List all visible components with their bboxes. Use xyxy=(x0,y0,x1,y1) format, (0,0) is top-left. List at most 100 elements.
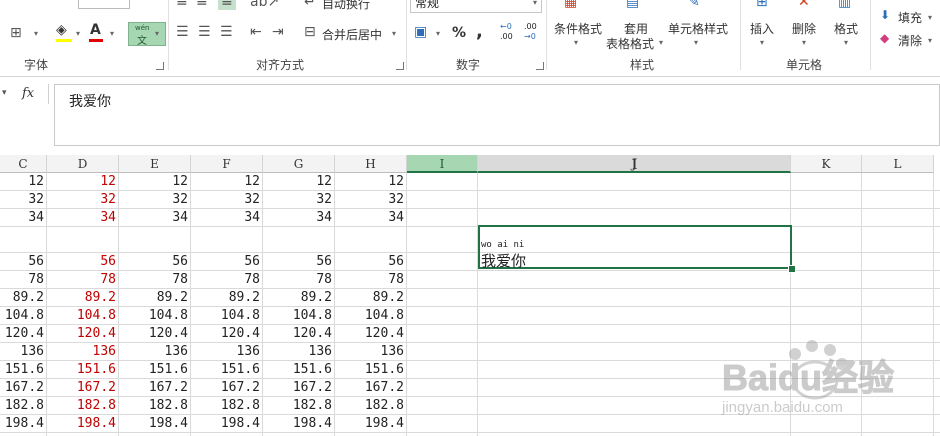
column-header-h[interactable]: H xyxy=(335,155,407,173)
borders-icon[interactable]: ⊞ xyxy=(10,25,22,41)
format-as-table-icon[interactable]: ▤ xyxy=(626,0,639,10)
cell-d-row8[interactable]: 104.8 xyxy=(47,307,119,325)
cell-c-row13[interactable]: 182.8 xyxy=(0,397,47,415)
cell-h-row14[interactable]: 198.4 xyxy=(335,415,407,433)
cell-c-row10[interactable]: 136 xyxy=(0,343,47,361)
cell-d-row14[interactable]: 198.4 xyxy=(47,415,119,433)
cell-g-row12[interactable]: 167.2 xyxy=(263,379,335,397)
font-color-dropdown-icon[interactable]: ▾ xyxy=(110,29,114,38)
insert-cells-icon[interactable]: ⊞ xyxy=(756,0,768,10)
cell-c-row1[interactable]: 12 xyxy=(0,173,47,191)
format-as-table-line2[interactable]: 表格格式 xyxy=(606,35,654,52)
cell-e-row7[interactable]: 89.2 xyxy=(119,289,191,307)
font-launcher-icon[interactable] xyxy=(156,62,164,70)
fill-icon[interactable]: ⬇ xyxy=(880,8,890,22)
cell-c-row2[interactable]: 32 xyxy=(0,191,47,209)
format-cells-icon[interactable]: ▥ xyxy=(838,0,851,10)
cell-e-row12[interactable]: 167.2 xyxy=(119,379,191,397)
cell-g-row7[interactable]: 89.2 xyxy=(263,289,335,307)
cell-h-row6[interactable]: 78 xyxy=(335,271,407,289)
cell-h-row13[interactable]: 182.8 xyxy=(335,397,407,415)
cell-h-row4[interactable] xyxy=(335,235,407,253)
align-left-icon[interactable]: ☰ xyxy=(176,24,189,40)
borders-dropdown-icon[interactable]: ▾ xyxy=(34,29,38,38)
column-header-e[interactable]: E xyxy=(119,155,191,173)
cell-h-row8[interactable]: 104.8 xyxy=(335,307,407,325)
fill-button[interactable]: 填充 xyxy=(898,9,922,26)
currency-icon[interactable]: ▣ xyxy=(414,24,427,40)
comma-button[interactable]: , xyxy=(476,21,483,42)
cell-d-row2[interactable]: 32 xyxy=(47,191,119,209)
delete-button[interactable]: 删除 xyxy=(792,20,816,37)
cell-d-row12[interactable]: 167.2 xyxy=(47,379,119,397)
cell-d-row4[interactable] xyxy=(47,235,119,253)
cell-g-row14[interactable]: 198.4 xyxy=(263,415,335,433)
align-middle-icon[interactable]: ≡ xyxy=(196,0,208,10)
cell-f-row3[interactable]: 34 xyxy=(191,209,263,227)
decrease-decimal-button[interactable]: .00 →0 xyxy=(524,22,542,44)
merge-center-icon[interactable]: ⊟ xyxy=(304,24,316,40)
cell-c-row6[interactable]: 78 xyxy=(0,271,47,289)
cell-d-row11[interactable]: 151.6 xyxy=(47,361,119,379)
cell-f-row6[interactable]: 78 xyxy=(191,271,263,289)
cell-f-row7[interactable]: 89.2 xyxy=(191,289,263,307)
clear-button[interactable]: 清除 xyxy=(898,32,922,49)
column-header-k[interactable]: K xyxy=(791,155,862,173)
format-dropdown-icon[interactable]: ▾ xyxy=(844,38,848,47)
number-format-select[interactable]: 常规 ▾ xyxy=(410,0,542,13)
insert-function-icon[interactable]: fx xyxy=(22,86,34,101)
conditional-format-icon[interactable]: ▦ xyxy=(564,0,577,10)
align-bottom-icon[interactable]: ≡ xyxy=(218,0,236,10)
cell-g-row13[interactable]: 182.8 xyxy=(263,397,335,415)
wrap-text-button[interactable]: 自动换行 xyxy=(322,0,370,12)
number-launcher-icon[interactable] xyxy=(536,62,544,70)
cell-e-row2[interactable]: 32 xyxy=(119,191,191,209)
cell-e-row4[interactable] xyxy=(119,235,191,253)
cell-f-row11[interactable]: 151.6 xyxy=(191,361,263,379)
cell-h-row3[interactable]: 34 xyxy=(335,209,407,227)
font-color-icon[interactable]: A xyxy=(90,22,101,38)
fill-handle[interactable] xyxy=(788,265,796,273)
cell-e-row11[interactable]: 151.6 xyxy=(119,361,191,379)
cell-d-row1[interactable]: 12 xyxy=(47,173,119,191)
cell-e-row13[interactable]: 182.8 xyxy=(119,397,191,415)
cell-e-row6[interactable]: 78 xyxy=(119,271,191,289)
fill-color-dropdown-icon[interactable]: ▾ xyxy=(76,29,80,38)
column-header-d[interactable]: D xyxy=(47,155,119,173)
column-header-l[interactable]: L xyxy=(862,155,934,173)
cell-f-row4[interactable] xyxy=(191,235,263,253)
percent-button[interactable]: % xyxy=(452,25,466,41)
cell-g-row6[interactable]: 78 xyxy=(263,271,335,289)
cell-d-row3[interactable]: 34 xyxy=(47,209,119,227)
cell-h-row9[interactable]: 120.4 xyxy=(335,325,407,343)
clear-dropdown-icon[interactable]: ▾ xyxy=(928,36,932,45)
cell-h-row12[interactable]: 167.2 xyxy=(335,379,407,397)
cell-c-row7[interactable]: 89.2 xyxy=(0,289,47,307)
cell-g-row11[interactable]: 151.6 xyxy=(263,361,335,379)
cell-c-row8[interactable]: 104.8 xyxy=(0,307,47,325)
merge-dropdown-icon[interactable]: ▾ xyxy=(392,29,396,38)
cell-e-row3[interactable]: 34 xyxy=(119,209,191,227)
clear-icon[interactable]: ◆ xyxy=(880,31,889,45)
column-header-i[interactable]: I xyxy=(407,155,478,173)
cell-c-row12[interactable]: 167.2 xyxy=(0,379,47,397)
cell-c-row3[interactable]: 34 xyxy=(0,209,47,227)
cell-f-row10[interactable]: 136 xyxy=(191,343,263,361)
column-header-f[interactable]: F xyxy=(191,155,263,173)
cell-f-row1[interactable]: 12 xyxy=(191,173,263,191)
currency-dropdown-icon[interactable]: ▾ xyxy=(436,29,440,38)
phonetic-button[interactable]: wén 文 ▾ xyxy=(128,22,166,47)
cell-d-row7[interactable]: 89.2 xyxy=(47,289,119,307)
cell-h-row5[interactable]: 56 xyxy=(335,253,407,271)
cell-f-row5[interactable]: 56 xyxy=(191,253,263,271)
decrease-indent-icon[interactable]: ⇤ xyxy=(250,24,262,40)
align-center-icon[interactable]: ☰ xyxy=(198,24,211,40)
cell-g-row5[interactable]: 56 xyxy=(263,253,335,271)
cell-h-row11[interactable]: 151.6 xyxy=(335,361,407,379)
cell-f-row2[interactable]: 32 xyxy=(191,191,263,209)
cell-e-row8[interactable]: 104.8 xyxy=(119,307,191,325)
cell-e-row1[interactable]: 12 xyxy=(119,173,191,191)
cell-h-row2[interactable]: 32 xyxy=(335,191,407,209)
cell-c-row11[interactable]: 151.6 xyxy=(0,361,47,379)
column-header-c[interactable]: C xyxy=(0,155,47,173)
